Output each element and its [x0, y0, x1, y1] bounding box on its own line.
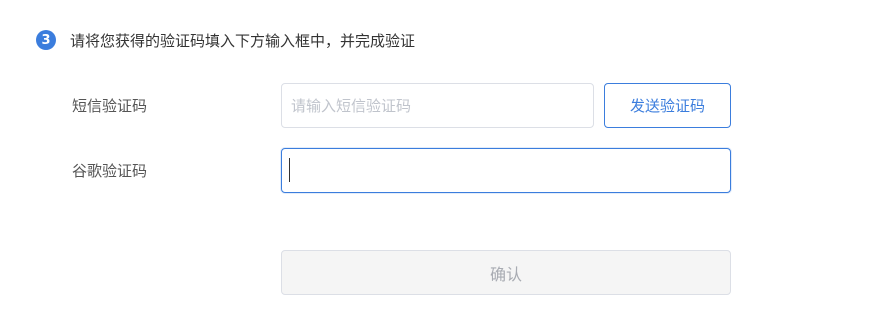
- step-number-badge: 3: [36, 30, 56, 50]
- send-code-button[interactable]: 发送验证码: [604, 83, 731, 128]
- google-code-label: 谷歌验证码: [72, 162, 148, 180]
- step-instruction: 请将您获得的验证码填入下方输入框中，并完成验证: [70, 31, 416, 50]
- verification-form: 3 请将您获得的验证码填入下方输入框中，并完成验证 短信验证码 发送验证码 谷歌…: [0, 0, 882, 326]
- sms-code-input[interactable]: [281, 83, 594, 128]
- google-code-input[interactable]: [281, 148, 731, 193]
- text-cursor: [289, 158, 290, 182]
- step-header: 3 请将您获得的验证码填入下方输入框中，并完成验证: [36, 30, 415, 50]
- sms-code-label: 短信验证码: [72, 97, 148, 115]
- confirm-button[interactable]: 确认: [281, 250, 731, 295]
